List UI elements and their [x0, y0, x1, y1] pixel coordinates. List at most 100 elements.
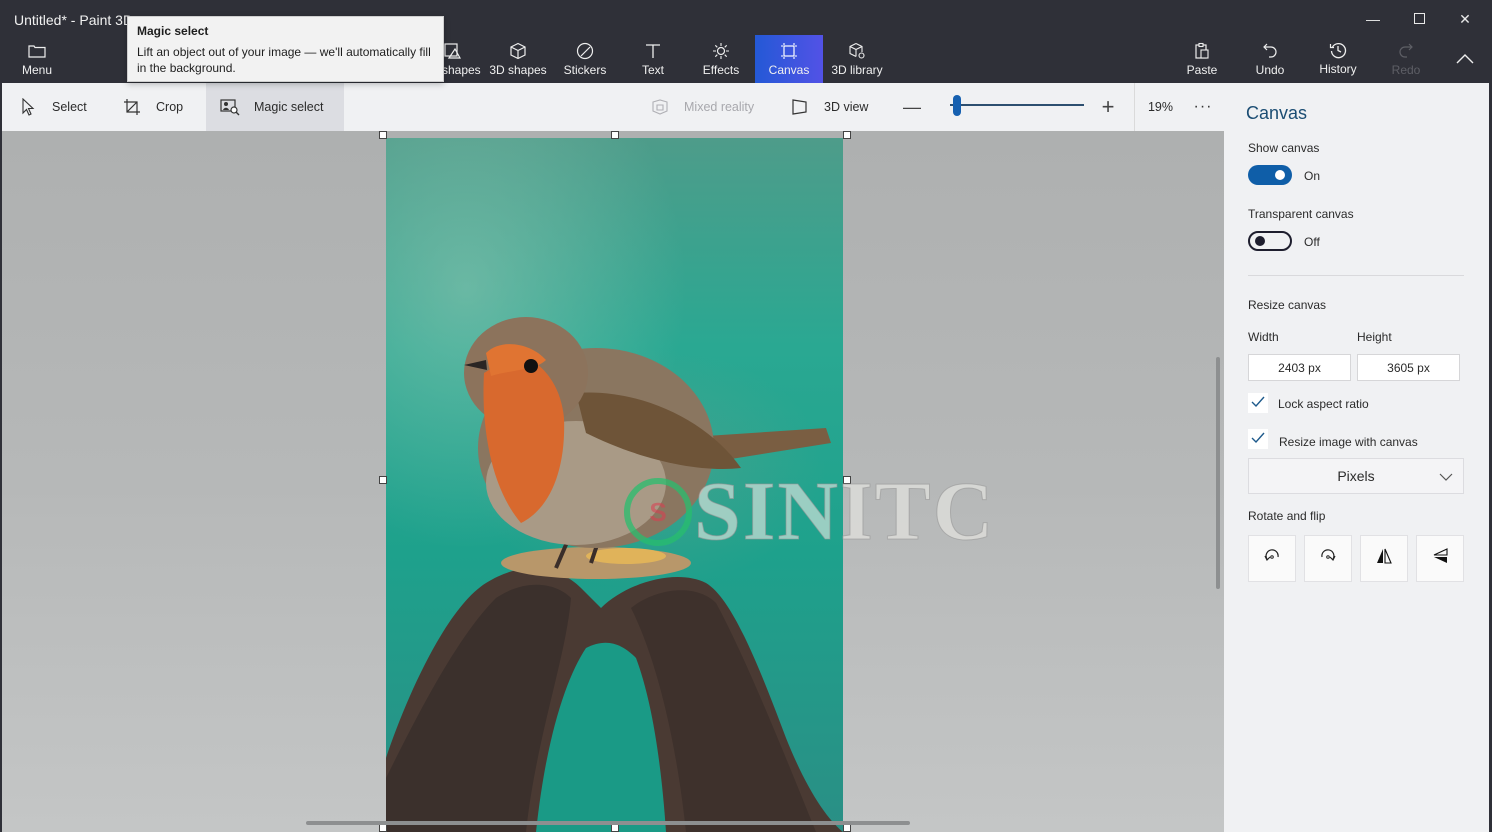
maximize-icon — [1413, 11, 1425, 27]
tool-stickers[interactable]: Stickers — [555, 35, 615, 83]
resize-handle-top-right[interactable] — [843, 131, 851, 139]
cursor-icon — [18, 97, 38, 117]
width-input[interactable]: 2403 px — [1248, 354, 1351, 381]
zoom-slider[interactable] — [942, 83, 1084, 131]
tooltip-body: Lift an object out of your image — we'll… — [137, 45, 431, 75]
flip-horizontal-button[interactable] — [1360, 535, 1408, 582]
magic-select-label: Magic select — [254, 100, 324, 114]
vertical-scrollbar[interactable] — [1216, 357, 1220, 589]
canvas-icon — [779, 41, 799, 61]
paste-button[interactable]: Paste — [1180, 35, 1224, 83]
transparent-canvas-toggle[interactable] — [1248, 231, 1292, 251]
close-icon: ✕ — [1459, 10, 1471, 27]
collapse-ribbon-button[interactable] — [1442, 46, 1488, 72]
tool-effects[interactable]: Effects — [690, 35, 752, 83]
select-button[interactable]: Select — [18, 83, 87, 131]
minimize-button[interactable]: — — [1350, 6, 1396, 32]
tool-label: 3D library — [831, 63, 883, 77]
chevron-down-icon — [1439, 469, 1453, 485]
text-icon — [643, 41, 663, 61]
toggle-knob — [1275, 170, 1285, 180]
zoom-slider-thumb[interactable] — [952, 95, 961, 116]
panel-title: Canvas — [1246, 103, 1308, 123]
lock-aspect-checkbox[interactable] — [1248, 393, 1268, 413]
height-input[interactable]: 3605 px — [1357, 354, 1460, 381]
units-dropdown[interactable]: Pixels — [1248, 458, 1464, 494]
undo-label: Undo — [1255, 63, 1285, 77]
paste-label: Paste — [1186, 63, 1218, 77]
select-label: Select — [52, 100, 87, 114]
crop-label: Crop — [156, 100, 184, 114]
rotate-left-icon — [1263, 547, 1281, 570]
history-label: History — [1319, 62, 1357, 76]
show-canvas-toggle[interactable] — [1248, 165, 1292, 185]
magic-select-button[interactable]: Magic select — [206, 83, 344, 131]
rotate-left-button[interactable] — [1248, 535, 1296, 582]
tool-text[interactable]: Text — [625, 35, 681, 83]
flip-horizontal-icon — [1375, 548, 1393, 569]
show-canvas-state: On — [1304, 169, 1321, 183]
zoom-percent[interactable]: 19% — [1134, 83, 1186, 131]
width-label: Width — [1248, 330, 1279, 344]
zoom-out-button[interactable]: — — [902, 83, 922, 131]
zoom-slider-track — [950, 104, 1084, 106]
stickers-icon — [575, 41, 595, 61]
resize-handle-right[interactable] — [843, 476, 851, 484]
zoom-in-button[interactable]: + — [1098, 83, 1118, 131]
resize-handle-left[interactable] — [379, 476, 387, 484]
canvas-panel: Canvas Show canvas On Transparent canvas… — [1224, 83, 1492, 832]
resize-handle-bottom-right[interactable] — [843, 824, 851, 832]
chevron-up-icon — [1456, 51, 1474, 67]
resize-canvas-heading: Resize canvas — [1248, 298, 1327, 312]
tool-3d-shapes[interactable]: 3D shapes — [484, 35, 552, 83]
resize-handle-top[interactable] — [611, 131, 619, 139]
menu-button[interactable]: Menu — [14, 35, 60, 83]
crop-icon — [122, 97, 142, 117]
canvas-workspace[interactable] — [0, 131, 1224, 832]
resize-handle-bottom-left[interactable] — [379, 824, 387, 832]
toggle-knob — [1255, 236, 1265, 246]
rotate-right-button[interactable] — [1304, 535, 1352, 582]
resize-image-checkbox[interactable] — [1248, 429, 1268, 449]
history-button[interactable]: History — [1312, 35, 1364, 83]
3d-view-button[interactable]: 3D view — [790, 83, 868, 131]
tool-label: 3D shapes — [489, 63, 547, 77]
crop-button[interactable]: Crop — [122, 83, 183, 131]
section-divider — [1248, 275, 1464, 276]
resize-handle-bottom[interactable] — [611, 824, 619, 832]
tool-3d-library[interactable]: 3D library — [826, 35, 888, 83]
canvas-image[interactable] — [386, 138, 843, 832]
robin-photo — [386, 317, 843, 832]
more-options-button[interactable]: ··· — [1186, 83, 1220, 131]
rotate-flip-heading: Rotate and flip — [1248, 509, 1326, 523]
horizontal-scrollbar[interactable] — [306, 821, 910, 825]
tooltip-title: Magic select — [137, 24, 209, 38]
folder-icon — [27, 41, 47, 61]
more-icon: ··· — [1193, 98, 1213, 115]
flip-vertical-button[interactable] — [1416, 535, 1464, 582]
magic-select-tooltip: Magic select Lift an object out of your … — [127, 16, 444, 82]
tool-canvas[interactable]: Canvas — [755, 35, 823, 83]
show-canvas-label: Show canvas — [1248, 141, 1320, 155]
transparent-canvas-label: Transparent canvas — [1248, 207, 1354, 221]
mixed-reality-icon — [650, 97, 670, 117]
redo-button[interactable]: Redo — [1384, 35, 1428, 83]
undo-icon — [1260, 41, 1280, 61]
flip-vertical-icon — [1432, 548, 1448, 569]
checkmark-icon — [1251, 394, 1265, 412]
maximize-button[interactable] — [1396, 6, 1442, 32]
mixed-reality-button[interactable]: Mixed reality — [650, 83, 754, 131]
3d-shapes-icon — [508, 41, 528, 61]
undo-button[interactable]: Undo — [1248, 35, 1292, 83]
tool-label: Stickers — [563, 63, 607, 77]
units-selected: Pixels — [1337, 468, 1375, 484]
canvas-toolbar: Select Crop Magic select Mixed reality 3… — [0, 83, 1224, 131]
close-button[interactable]: ✕ — [1442, 6, 1488, 32]
resize-handle-top-left[interactable] — [379, 131, 387, 139]
mixed-reality-label: Mixed reality — [684, 100, 755, 114]
3d-library-icon — [847, 41, 867, 61]
3d-view-icon — [790, 97, 810, 117]
history-icon — [1328, 40, 1348, 60]
redo-label: Redo — [1391, 63, 1421, 77]
tool-label: Canvas — [768, 63, 810, 77]
